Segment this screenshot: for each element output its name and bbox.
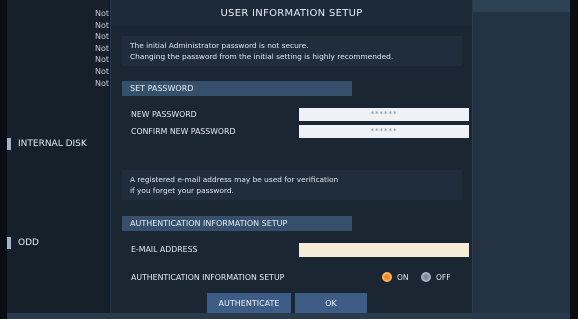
dvr-screen: Not Not Not Not Not Not Not INTERNAL DIS… bbox=[7, 0, 570, 319]
status-text: Not bbox=[94, 20, 109, 30]
status-text: Not bbox=[94, 32, 109, 42]
status-text: Not bbox=[94, 43, 109, 53]
new-password-input[interactable]: ****** bbox=[299, 108, 469, 121]
status-text: Not bbox=[94, 66, 109, 76]
sidebar-item-label: ODD bbox=[18, 238, 39, 248]
sidebar-item-odd[interactable]: ODD bbox=[7, 237, 39, 249]
radio-on[interactable]: ON bbox=[382, 272, 409, 282]
radio-unselected-icon bbox=[421, 272, 431, 282]
status-text: Not bbox=[94, 78, 109, 88]
authenticate-button[interactable]: AUTHENTICATE bbox=[207, 293, 291, 313]
background-right-panel bbox=[470, 0, 570, 319]
background-status-list: Not Not Not Not Not Not Not bbox=[89, 8, 109, 89]
radio-off[interactable]: OFF bbox=[421, 272, 451, 282]
status-text: Not bbox=[94, 9, 109, 18]
radio-off-label: OFF bbox=[436, 272, 451, 282]
warning-line: The initial Administrator password is no… bbox=[130, 41, 309, 50]
status-text: Not bbox=[94, 55, 109, 65]
disc-drive-icon bbox=[7, 237, 11, 249]
note-line: A registered e-mail address may be used … bbox=[130, 175, 339, 184]
user-information-setup-dialog: USER INFORMATION SETUP The initial Admin… bbox=[110, 0, 473, 319]
confirm-password-label: CONFIRM NEW PASSWORD bbox=[131, 127, 236, 136]
radio-selected-icon bbox=[382, 272, 392, 282]
background-sidebar: Not Not Not Not Not Not Not INTERNAL DIS… bbox=[7, 0, 109, 319]
dialog-title: USER INFORMATION SETUP bbox=[111, 0, 472, 26]
email-address-label: E-MAIL ADDRESS bbox=[131, 245, 198, 254]
new-password-label: NEW PASSWORD bbox=[131, 110, 197, 119]
set-password-header: SET PASSWORD bbox=[122, 81, 352, 96]
sidebar-item-internal-disk[interactable]: INTERNAL DISK bbox=[7, 138, 87, 150]
email-verification-note: A registered e-mail address may be used … bbox=[122, 170, 462, 200]
auth-setup-label: AUTHENTICATION INFORMATION SETUP bbox=[131, 273, 285, 282]
sidebar-item-label: INTERNAL DISK bbox=[18, 139, 87, 149]
note-line: if you forget your password. bbox=[130, 185, 234, 195]
email-address-input[interactable] bbox=[299, 243, 469, 257]
auth-info-header: AUTHENTICATION INFORMATION SETUP bbox=[122, 216, 352, 231]
right-panel-header bbox=[470, 0, 570, 12]
warning-line: Changing the password from the initial s… bbox=[130, 51, 394, 61]
ok-button[interactable]: OK bbox=[295, 293, 367, 313]
security-warning-message: The initial Administrator password is no… bbox=[122, 36, 462, 66]
confirm-password-input[interactable]: ****** bbox=[299, 125, 469, 138]
bottom-bar bbox=[7, 313, 570, 319]
disk-icon bbox=[7, 138, 11, 150]
radio-on-label: ON bbox=[397, 272, 409, 282]
